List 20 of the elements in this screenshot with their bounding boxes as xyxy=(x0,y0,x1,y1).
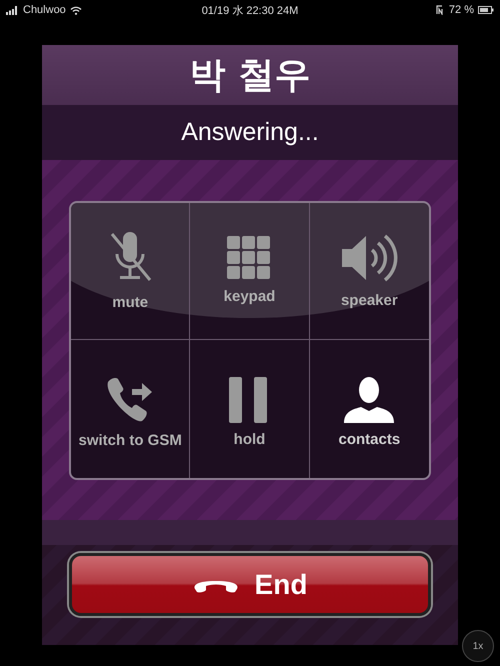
mute-button[interactable]: mute xyxy=(71,202,190,340)
wifi-icon xyxy=(70,6,82,14)
contacts-button[interactable]: contacts xyxy=(310,340,429,478)
battery-icon xyxy=(478,6,494,14)
call-status: Answering... xyxy=(181,118,319,147)
speaker-button[interactable]: speaker xyxy=(310,202,429,340)
battery-percent: 72 % xyxy=(448,4,474,16)
person-icon xyxy=(342,377,396,424)
carrier-name: Chulwoo xyxy=(23,4,66,16)
signal-icon xyxy=(6,6,19,14)
status-clock: 01/19 水 22:30 24M xyxy=(200,4,300,18)
end-call-button[interactable]: End xyxy=(69,553,431,616)
zoom-button[interactable]: 1x xyxy=(462,630,494,662)
caller-name: 박 철우 xyxy=(190,54,310,98)
switch-button[interactable]: switch to GSM xyxy=(71,340,190,478)
pause-icon xyxy=(229,377,270,424)
nfc-icon xyxy=(436,5,445,15)
hold-button[interactable]: hold xyxy=(190,340,310,478)
keypad-icon xyxy=(227,236,272,280)
keypad-button[interactable]: keypad xyxy=(190,202,310,340)
